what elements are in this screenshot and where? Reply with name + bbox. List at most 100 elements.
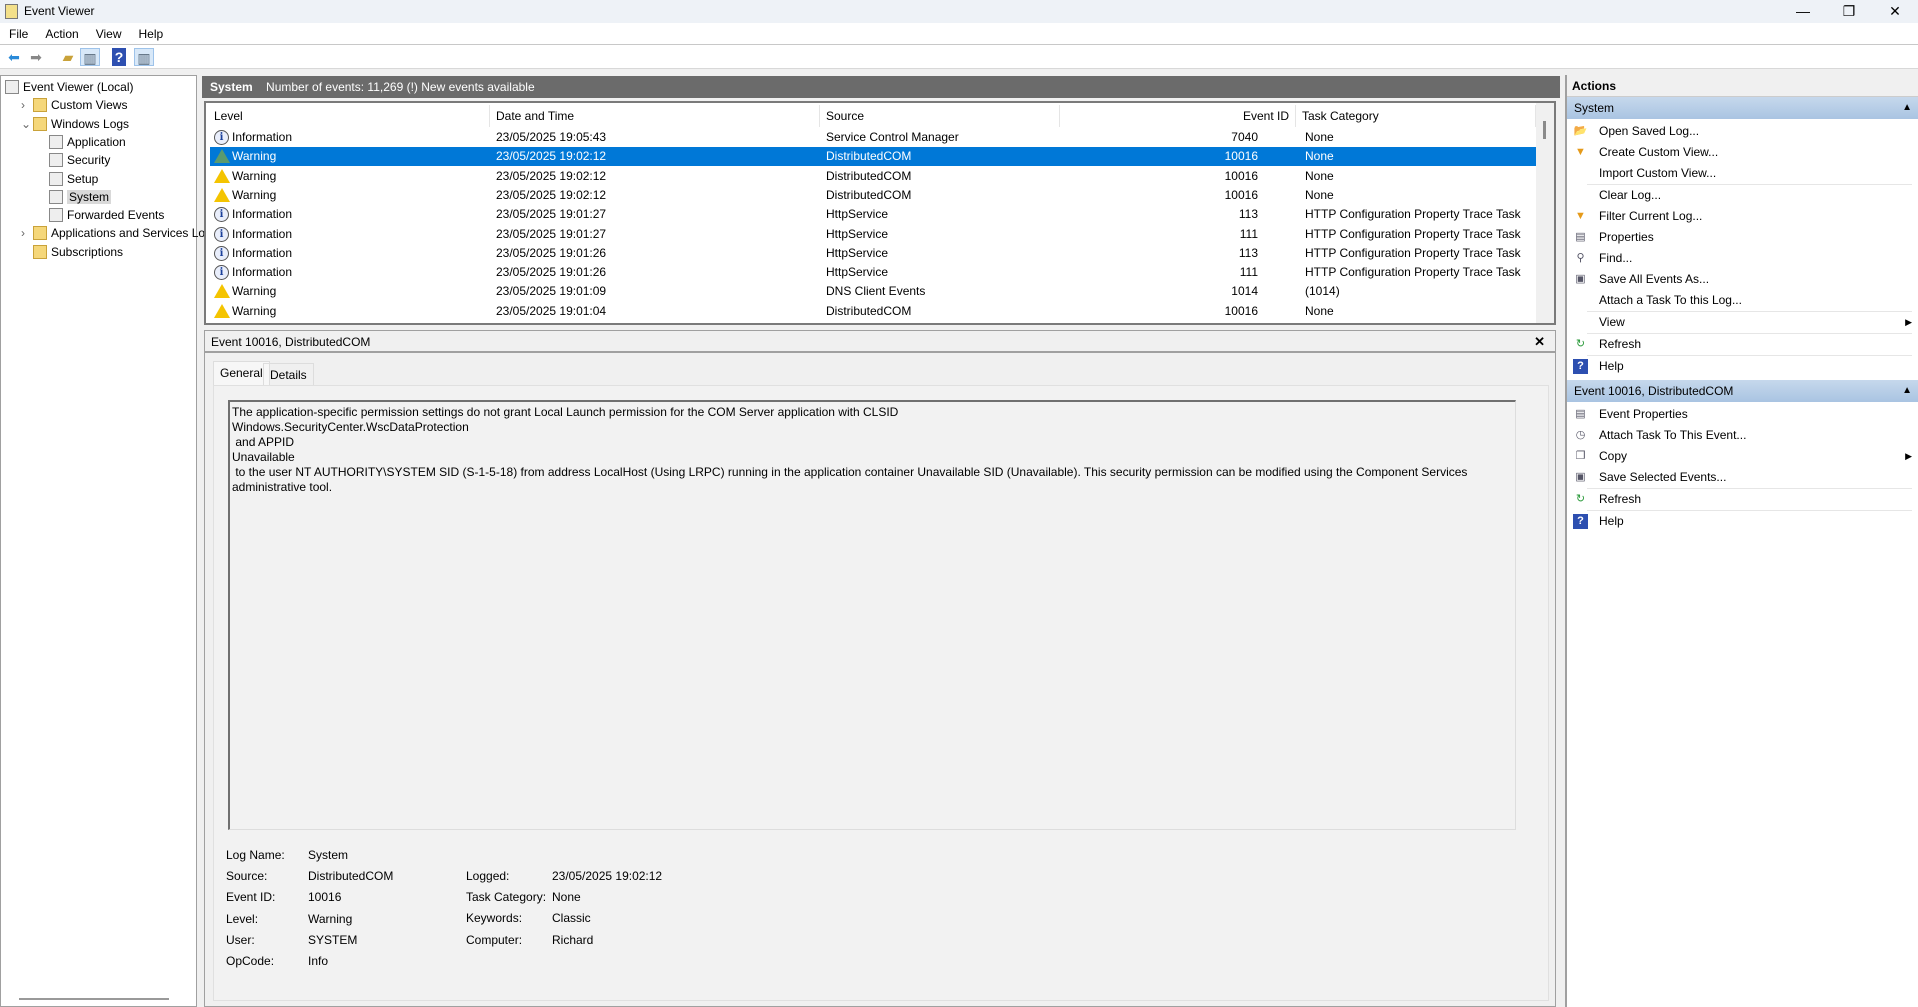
- action-view[interactable]: View ▶: [1567, 312, 1918, 333]
- action-properties[interactable]: ▤ Properties: [1567, 227, 1918, 248]
- collapse-icon[interactable]: ▲: [1902, 97, 1912, 119]
- forward-icon[interactable]: ➡: [26, 48, 46, 66]
- task-category-cell: None: [1305, 130, 1334, 144]
- tree-item[interactable]: Forwarded Events: [37, 206, 164, 224]
- table-row[interactable]: i Information 23/05/2025 19:01:26 HttpServi…: [210, 244, 1536, 263]
- expander-icon[interactable]: ›: [21, 96, 33, 114]
- event-description[interactable]: The application-specific permission sett…: [228, 400, 1516, 830]
- action-attach-task-to-this-event[interactable]: ◷ Attach Task To This Event...: [1567, 425, 1918, 446]
- tree-item[interactable]: › Applications and Services Lo: [21, 224, 205, 242]
- up-folder-icon[interactable]: ▰: [58, 48, 78, 66]
- collapse-icon[interactable]: ▲: [1902, 380, 1912, 402]
- action-label: Properties: [1599, 230, 1654, 244]
- field-value[interactable]: DistributedCOM: [308, 869, 393, 883]
- expander-icon[interactable]: ⌄: [21, 115, 33, 133]
- menu-help[interactable]: Help: [130, 23, 172, 41]
- action-create-custom-view[interactable]: ▼ Create Custom View...: [1567, 142, 1918, 163]
- column-task-category[interactable]: Task Category: [1296, 105, 1536, 127]
- help-icon[interactable]: ?: [112, 48, 126, 66]
- action-find[interactable]: ⚲ Find...: [1567, 248, 1918, 269]
- field-value[interactable]: System: [308, 848, 348, 862]
- action-save-selected-events[interactable]: ▣ Save Selected Events...: [1567, 467, 1918, 488]
- log-header: System Number of events: 11,269 (!) New …: [202, 76, 1560, 98]
- minimize-button[interactable]: —: [1780, 0, 1826, 23]
- close-window-button[interactable]: ✕: [1872, 0, 1918, 23]
- table-row[interactable]: i Information 23/05/2025 19:05:43 Service C…: [210, 128, 1536, 147]
- table-row[interactable]: Warning 23/05/2025 19:01:09 DNS Client Eve…: [210, 282, 1536, 301]
- source-cell: HttpService: [826, 265, 889, 280]
- show-hide-tree-icon[interactable]: ▥: [80, 48, 100, 66]
- tree-item[interactable]: › Custom Views: [21, 96, 127, 114]
- action-section-header[interactable]: Event 10016, DistributedCOM ▲: [1567, 380, 1918, 402]
- copy-icon: ❐: [1575, 450, 1586, 462]
- field-value[interactable]: 10016: [308, 890, 341, 904]
- table-row[interactable]: i Information 23/05/2025 19:01:26 HttpServi…: [210, 263, 1536, 282]
- menu-file[interactable]: File: [0, 23, 36, 41]
- action-open-saved-log[interactable]: 📂 Open Saved Log...: [1567, 121, 1918, 142]
- action-copy[interactable]: ❐ Copy ▶: [1567, 446, 1918, 467]
- tab-general[interactable]: General: [213, 361, 270, 385]
- field-value[interactable]: 23/05/2025 19:02:12: [552, 869, 662, 883]
- table-row[interactable]: i Information 23/05/2025 19:01:27 HttpServi…: [210, 205, 1536, 224]
- field-value[interactable]: SYSTEM: [308, 933, 357, 947]
- tree-item[interactable]: Security: [37, 151, 110, 169]
- column-level[interactable]: Level: [210, 105, 490, 127]
- field-value[interactable]: Info: [308, 954, 328, 968]
- column-date[interactable]: Date and Time: [490, 105, 820, 127]
- action-attach-a-task-to-this-log[interactable]: Attach a Task To this Log...: [1567, 290, 1918, 311]
- menu-action[interactable]: Action: [36, 23, 86, 41]
- table-row[interactable]: i Information 23/05/2025 19:01:27 HttpServi…: [210, 225, 1536, 244]
- tree-item[interactable]: Application: [37, 133, 126, 151]
- field-value[interactable]: Warning: [308, 912, 352, 926]
- field-value[interactable]: None: [552, 890, 581, 904]
- close-detail-icon[interactable]: ✕: [1534, 331, 1545, 353]
- action-section-header[interactable]: System ▲: [1567, 97, 1918, 119]
- action-help[interactable]: ? Help: [1567, 356, 1918, 377]
- log-name: System: [210, 80, 253, 94]
- show-hide-action-icon[interactable]: ▥: [134, 48, 154, 66]
- action-filter-current-log[interactable]: ▼ Filter Current Log...: [1567, 206, 1918, 227]
- action-refresh[interactable]: ↻ Refresh: [1567, 334, 1918, 355]
- tree-item[interactable]: Setup: [37, 170, 98, 188]
- table-row[interactable]: Warning 23/05/2025 19:02:12 DistributedCOM…: [210, 167, 1536, 186]
- source-cell: HttpService: [826, 226, 889, 241]
- action-label: Clear Log...: [1599, 188, 1662, 202]
- action-import-custom-view[interactable]: Import Custom View...: [1567, 163, 1918, 184]
- expander-icon[interactable]: ›: [21, 224, 33, 242]
- action-refresh[interactable]: ↻ Refresh: [1567, 489, 1918, 510]
- refresh-icon: ↻: [1575, 338, 1586, 350]
- action-event-properties[interactable]: ▤ Event Properties: [1567, 404, 1918, 425]
- event-id-cell: 1014: [1231, 284, 1258, 299]
- action-help[interactable]: ? Help: [1567, 511, 1918, 532]
- maximize-button[interactable]: ❐: [1826, 0, 1872, 23]
- tree-item[interactable]: Event Viewer (Local): [5, 78, 134, 96]
- table-row[interactable]: Warning 23/05/2025 19:02:12 DistributedCOM…: [210, 147, 1536, 167]
- column-source[interactable]: Source: [820, 105, 1060, 127]
- date-cell: 23/05/2025 19:01:27: [496, 226, 607, 241]
- tree-item[interactable]: System: [37, 188, 112, 206]
- scroll-thumb[interactable]: [1543, 121, 1546, 139]
- field-label: Source:: [226, 869, 268, 884]
- task-category-cell: None: [1305, 168, 1334, 183]
- back-icon[interactable]: ⬅: [4, 48, 24, 66]
- action-label: Refresh: [1599, 492, 1642, 506]
- tree-item-label: Subscriptions: [51, 244, 124, 259]
- field-value[interactable]: Classic: [552, 911, 591, 925]
- column-event-id[interactable]: Event ID: [1060, 105, 1296, 127]
- horizontal-scrollbar[interactable]: [19, 998, 169, 1000]
- tree-item[interactable]: Subscriptions: [21, 243, 123, 261]
- action-save-all-events-as[interactable]: ▣ Save All Events As...: [1567, 269, 1918, 290]
- table-row[interactable]: Warning 23/05/2025 19:02:12 DistributedCOM…: [210, 186, 1536, 205]
- event-id-cell: 10016: [1224, 187, 1258, 202]
- table-row[interactable]: Warning 23/05/2025 19:01:04 DistributedCOM…: [210, 302, 1536, 321]
- action-label: Event Properties: [1599, 407, 1688, 421]
- tree-item[interactable]: ⌄ Windows Logs: [21, 115, 129, 133]
- information-icon: i: [214, 130, 229, 145]
- source-cell: DistributedCOM: [826, 187, 912, 202]
- vertical-scrollbar[interactable]: [1536, 103, 1554, 323]
- action-clear-log[interactable]: Clear Log...: [1567, 185, 1918, 206]
- tab-details[interactable]: Details: [263, 363, 314, 385]
- level-cell: Information: [232, 130, 293, 144]
- menu-view[interactable]: View: [87, 23, 130, 41]
- field-value[interactable]: Richard: [552, 933, 593, 947]
